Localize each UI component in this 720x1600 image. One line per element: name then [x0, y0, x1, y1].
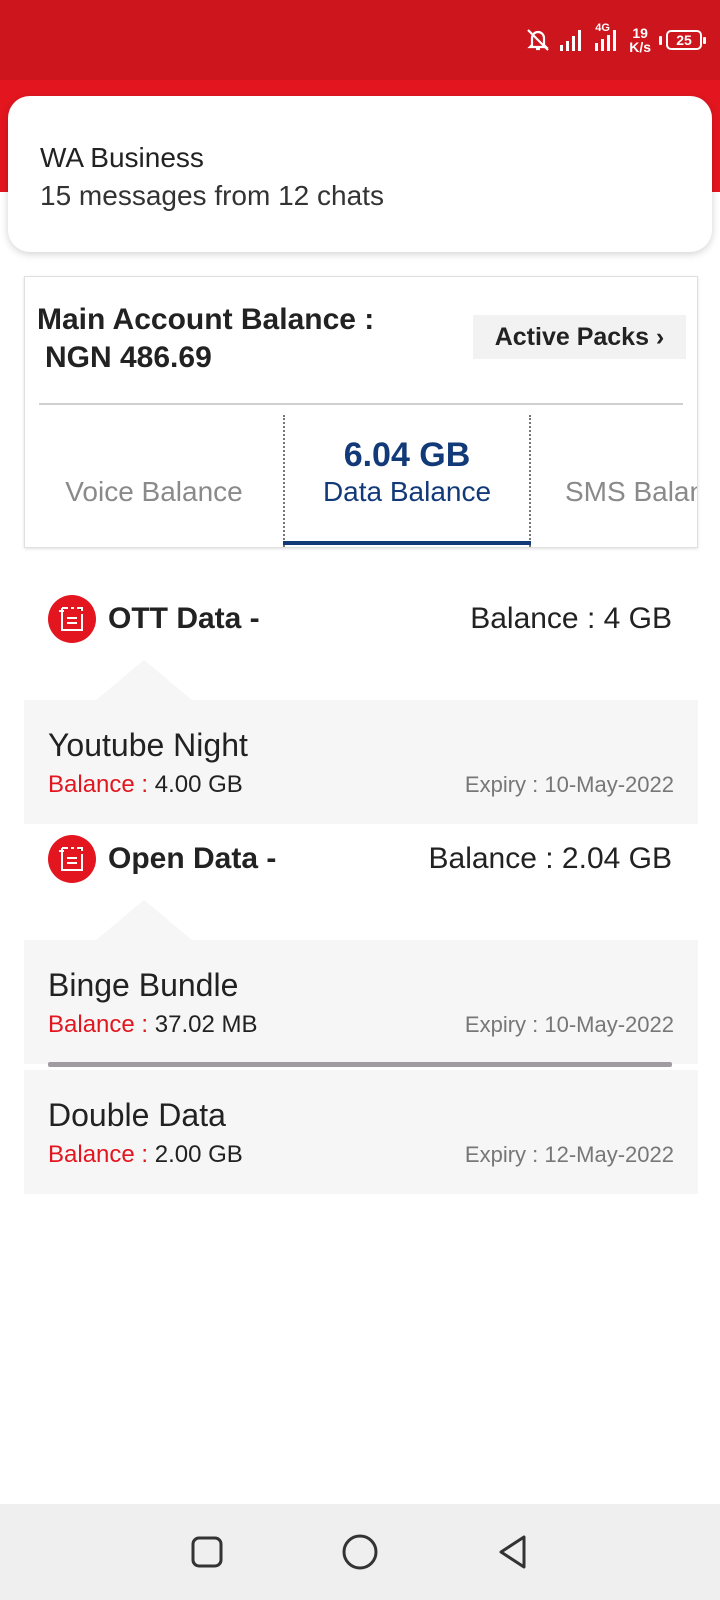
pack-expiry: Expiry : 10-May-2022	[464, 1012, 674, 1037]
notification-app-name: WA Business	[40, 142, 204, 173]
pack-expiry: Expiry : 10-May-2022	[464, 772, 674, 797]
circle-icon	[342, 1534, 378, 1570]
home-button[interactable]	[336, 1528, 384, 1576]
network-type-label: 4G	[595, 22, 610, 34]
active-tab-indicator	[283, 541, 531, 545]
card-divider	[39, 403, 683, 405]
system-nav-bar	[0, 1504, 720, 1600]
tab-sms-label: SMS Balance	[565, 476, 697, 507]
section-balance: Balance : 2.04 GB	[428, 842, 673, 875]
notification-banner[interactable]: WA Business 15 messages from 12 chats	[8, 96, 712, 252]
tab-data-label: Data Balance	[322, 476, 492, 507]
network-speed-value: 19	[632, 25, 648, 41]
tab-data-balance[interactable]: 6.04 GB Data Balance	[283, 415, 531, 547]
main-balance-value: NGN 486.69	[45, 341, 212, 374]
section-balance: Balance : 4 GB	[470, 602, 672, 635]
tab-data-value: 6.04 GB	[343, 436, 471, 474]
triangle-back-icon	[499, 1535, 526, 1569]
pack-name: Youtube Night	[48, 727, 248, 763]
battery-icon: 25	[666, 30, 706, 50]
pack-card[interactable]: Youtube Night Balance : 4.00 GB Expiry :…	[24, 700, 698, 824]
pack-name: Binge Bundle	[48, 967, 239, 1003]
active-packs-label: Active Packs ›	[494, 322, 665, 351]
pack-balance-value: 2.00 GB	[154, 1141, 243, 1168]
battery-tip	[659, 35, 662, 45]
pack-balance-value: 37.02 MB	[154, 1011, 258, 1038]
battery-level: 25	[676, 32, 692, 48]
section-title: Open Data -	[108, 842, 277, 875]
pack-balance: Balance : 4.00 GB	[48, 770, 243, 800]
signal-strength-icon	[559, 28, 585, 52]
pack-divider	[48, 1062, 672, 1067]
pack-balance-label: Balance :	[48, 1011, 149, 1038]
data-pack-icon	[48, 595, 96, 643]
pack-balance: Balance : 37.02 MB	[48, 1010, 257, 1040]
section-pointer	[96, 900, 192, 940]
network-speed-unit: K/s	[629, 39, 651, 55]
pack-balance: Balance : 2.00 GB	[48, 1140, 243, 1170]
pack-name: Double Data	[48, 1097, 226, 1133]
signal-4g-icon: 4G	[593, 22, 621, 52]
recents-button[interactable]	[183, 1528, 231, 1576]
tab-voice-balance[interactable]: Voice Balance	[25, 415, 283, 547]
back-button[interactable]	[489, 1528, 537, 1576]
pack-card[interactable]: Binge Bundle Balance : 37.02 MB Expiry :…	[24, 940, 698, 1064]
section-header-open-data[interactable]: Open Data - Balance : 2.04 GB	[48, 834, 672, 884]
section-title: OTT Data -	[108, 602, 260, 635]
pack-card[interactable]: Double Data Balance : 2.00 GB Expiry : 1…	[24, 1070, 698, 1194]
status-bar: 4G 19 K/s 25	[0, 0, 720, 80]
section-header-ott-data[interactable]: OTT Data - Balance : 4 GB	[48, 594, 672, 644]
status-icons: 4G 19 K/s 25	[525, 22, 706, 58]
pack-balance-label: Balance :	[48, 1141, 149, 1168]
tab-sms-balance[interactable]: SMS Balance	[531, 415, 697, 547]
pack-balance-value: 4.00 GB	[154, 771, 243, 798]
square-icon	[191, 1536, 223, 1568]
network-speed: 19 K/s	[629, 26, 651, 54]
main-balance-label: Main Account Balance :	[37, 303, 375, 336]
balance-card: Main Account Balance : NGN 486.69 Active…	[24, 276, 698, 548]
pack-expiry: Expiry : 12-May-2022	[464, 1142, 674, 1167]
notification-message: 15 messages from 12 chats	[40, 180, 384, 211]
data-pack-icon	[48, 835, 96, 883]
muted-bell-icon	[525, 27, 551, 53]
section-pointer	[96, 660, 192, 700]
balance-tabs: Voice Balance 6.04 GB Data Balance SMS B…	[25, 415, 697, 547]
pack-balance-label: Balance :	[48, 771, 149, 798]
tab-voice-label: Voice Balance	[65, 476, 243, 507]
active-packs-button[interactable]: Active Packs ›	[473, 315, 686, 359]
